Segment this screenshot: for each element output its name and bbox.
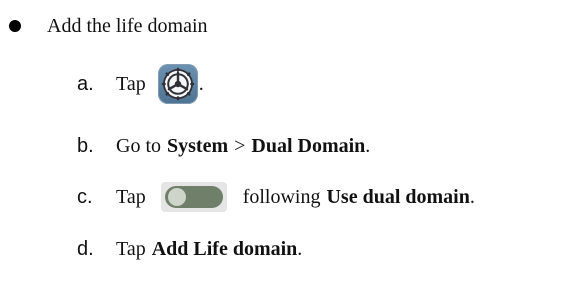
step-b-text-after: . [365, 134, 371, 157]
dual-domain-label: Dual Domain [251, 134, 366, 157]
toggle-knob [167, 188, 186, 206]
step-c-letter: c. [77, 185, 93, 208]
step-a-text-after: . [198, 72, 204, 95]
step-b-letter: b. [77, 134, 94, 157]
step-b: b. Go to System > Dual Domain . [77, 126, 370, 166]
step-d: d. Tap Add Life domain . [77, 229, 302, 269]
gear-icon [157, 64, 198, 104]
path-separator: > [234, 134, 246, 157]
bullet-dot [9, 20, 21, 32]
step-d-text-before: Tap [116, 237, 146, 260]
step-b-text-before: Go to [116, 134, 161, 157]
step-a: a. Tap . [77, 64, 204, 104]
use-dual-domain-label: Use dual domain [326, 185, 470, 208]
step-c-text-before: Tap [116, 185, 146, 208]
system-label: System [167, 134, 229, 157]
step-a-text-before: Tap [116, 72, 146, 95]
toggle-switch-icon [160, 182, 227, 212]
step-a-letter: a. [77, 72, 94, 95]
step-c-text-middle: following [242, 185, 321, 208]
steps-list: a. Tap . b. Go to System > Dual Domain .… [77, 0, 577, 284]
step-d-letter: d. [77, 237, 94, 260]
step-c: c. Tap following Use dual domain . [77, 177, 475, 217]
step-d-text-after: . [297, 237, 303, 260]
step-c-text-after: . [469, 185, 475, 208]
add-life-domain-label: Add Life domain [151, 237, 298, 260]
